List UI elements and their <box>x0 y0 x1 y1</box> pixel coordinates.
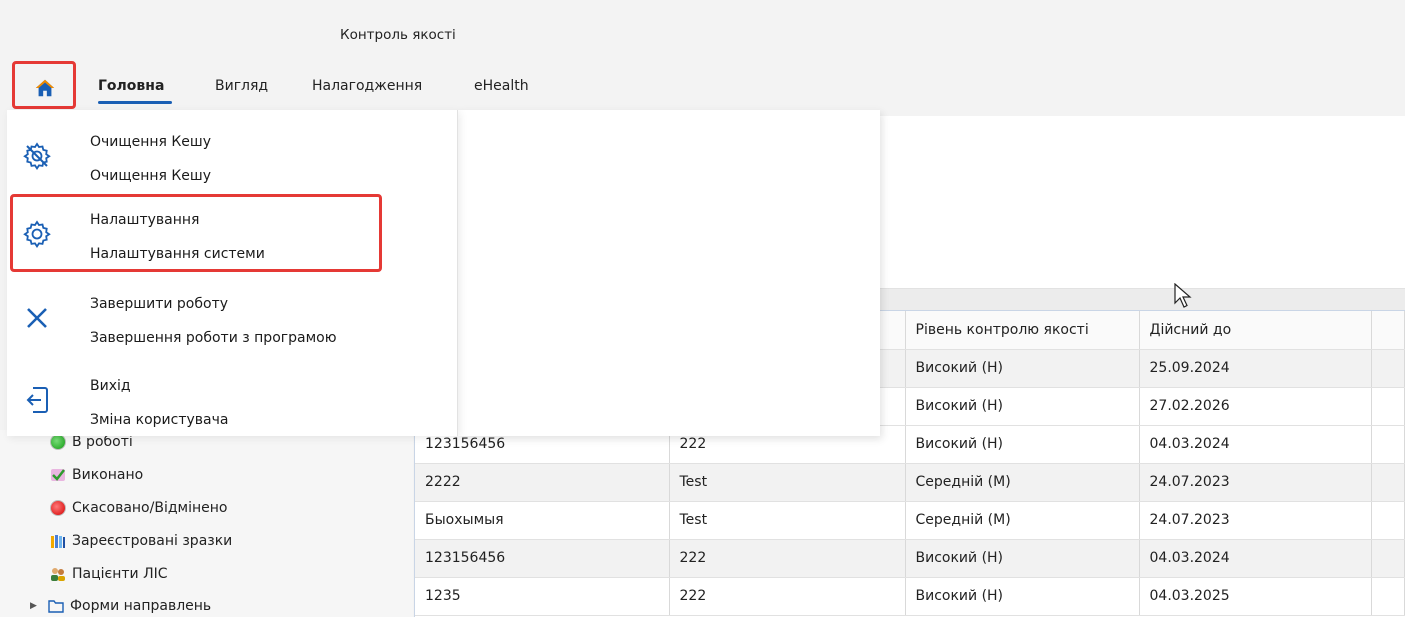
logout-icon <box>26 387 48 413</box>
tree-item-patients[interactable]: Пацієнти ЛІС <box>50 566 168 582</box>
tab-view[interactable]: Вигляд <box>215 78 268 94</box>
table-cell: Середній (M) <box>905 501 1140 540</box>
cache-gear-icon <box>23 142 51 171</box>
tab-home[interactable]: Головна <box>98 78 164 94</box>
menu-item-title: Завершити роботу <box>90 296 229 312</box>
menu-item-clear-cache[interactable]: Очищення Кешу Очищення Кешу <box>7 118 458 198</box>
table-cell: Быохымыя <box>415 501 670 540</box>
table-cell: 24.07.2023 <box>1139 501 1372 540</box>
table-cell: 04.03.2025 <box>1139 577 1372 616</box>
home-button-highlight <box>12 61 76 109</box>
table-cell: 25.09.2024 <box>1139 349 1372 388</box>
tree-item-label: Форми направлень <box>70 598 212 614</box>
table-cell <box>1371 387 1405 426</box>
patients-icon <box>51 568 65 581</box>
table-cell <box>1371 577 1405 616</box>
table-cell <box>1371 463 1405 502</box>
menu-side-panel <box>458 110 880 436</box>
folder-icon <box>48 600 64 613</box>
tree-item-label: Пацієнти ЛІС <box>72 566 168 582</box>
tree-item-referral-forms[interactable]: ▶ Форми направлень <box>30 598 211 614</box>
menu-item-subtitle: Завершення роботи з програмою <box>90 330 337 346</box>
table-cell: 222 <box>669 539 906 578</box>
table-cell: 222 <box>669 577 906 616</box>
menu-item-subtitle: Зміна користувача <box>90 412 229 428</box>
table-cell: Test <box>669 463 906 502</box>
table-cell: 04.03.2024 <box>1139 539 1372 578</box>
table-cell: Високий (H) <box>905 539 1140 578</box>
table-cell: 04.03.2024 <box>1139 425 1372 464</box>
table-cell: 123156456 <box>415 539 670 578</box>
menu-item-logout[interactable]: Вихід Зміна користувача <box>7 362 458 442</box>
table-cell <box>1371 539 1405 578</box>
table-cell: Середній (M) <box>905 463 1140 502</box>
navigation-tree: В роботі Виконано Скасовано/Відмінено За… <box>0 430 413 617</box>
red-dot-icon <box>50 500 66 516</box>
table-row[interactable]: 2222 Test Середній (M) 24.07.2023 <box>415 463 1405 502</box>
tree-item-label: Скасовано/Відмінено <box>72 500 228 516</box>
expand-arrow-icon[interactable]: ▶ <box>30 601 42 611</box>
table-cell: Високий (H) <box>905 387 1140 426</box>
column-header-extra <box>1371 311 1405 350</box>
menu-item-subtitle: Очищення Кешу <box>90 168 212 184</box>
table-cell: Високий (H) <box>905 425 1140 464</box>
table-cell: 27.02.2026 <box>1139 387 1372 426</box>
table-cell: Високий (H) <box>905 577 1140 616</box>
menu-item-shutdown[interactable]: Завершити роботу Завершення роботи з про… <box>7 280 458 360</box>
window-title: Контроль якості <box>340 27 456 43</box>
table-row[interactable]: 1235 222 Високий (H) 04.03.2025 <box>415 577 1405 616</box>
table-cell: Високий (H) <box>905 349 1140 388</box>
table-cell <box>1371 425 1405 464</box>
column-header-valid-until[interactable]: Дійсний до <box>1139 311 1372 350</box>
tree-item-label: Виконано <box>72 467 144 483</box>
tree-item-registered-samples[interactable]: Зареєстровані зразки <box>50 533 232 549</box>
table-cell: Test <box>669 501 906 540</box>
mouse-cursor-icon <box>1174 283 1192 308</box>
tree-item-done[interactable]: Виконано <box>50 467 143 483</box>
column-header-control-level[interactable]: Рівень контролю якості <box>905 311 1140 350</box>
tree-item-cancelled[interactable]: Скасовано/Відмінено <box>50 500 227 516</box>
table-row[interactable]: 123156456 222 Високий (H) 04.03.2024 <box>415 539 1405 578</box>
test-tubes-icon <box>51 535 65 548</box>
tree-item-label: Зареєстровані зразки <box>72 533 233 549</box>
tab-debug[interactable]: Налагодження <box>312 78 422 94</box>
menu-item-title: Очищення Кешу <box>90 134 212 150</box>
table-cell: 24.07.2023 <box>1139 463 1372 502</box>
checked-icon <box>51 469 65 481</box>
menu-item-title: Вихід <box>90 378 131 394</box>
table-cell <box>1371 501 1405 540</box>
active-tab-indicator <box>98 101 172 104</box>
table-cell: 2222 <box>415 463 670 502</box>
table-cell <box>1371 349 1405 388</box>
close-icon <box>27 308 47 328</box>
tab-ehealth[interactable]: eHealth <box>474 78 529 94</box>
table-row[interactable]: Быохымыя Test Середній (M) 24.07.2023 <box>415 501 1405 540</box>
table-cell: 1235 <box>415 577 670 616</box>
settings-highlight <box>10 194 382 272</box>
